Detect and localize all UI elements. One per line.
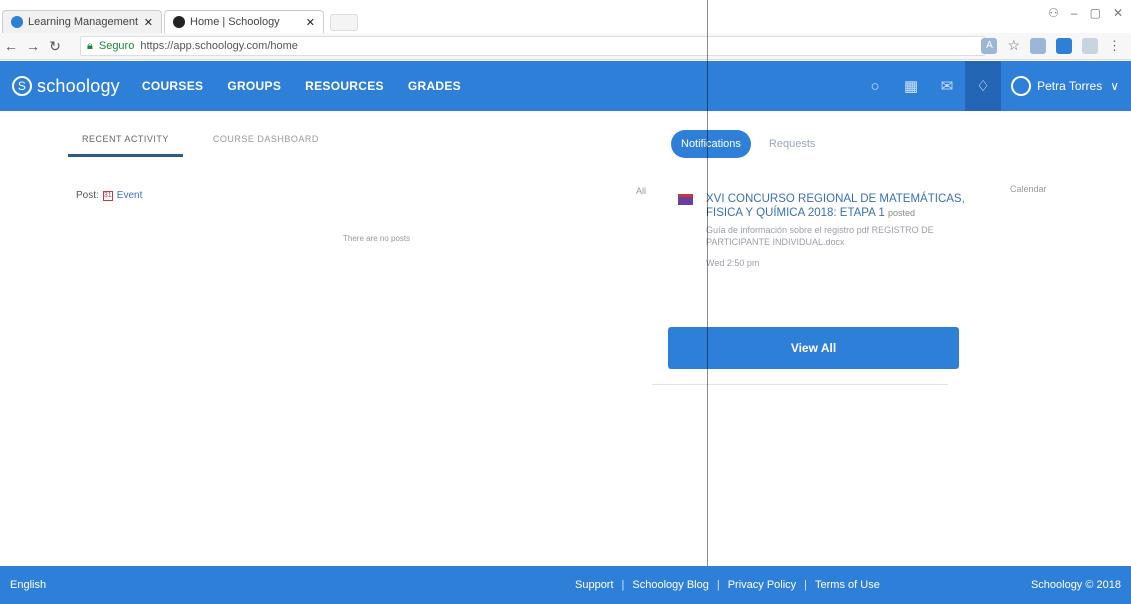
tab-requests[interactable]: Requests bbox=[769, 138, 815, 150]
footer-links: Support | Schoology Blog | Privacy Polic… bbox=[575, 579, 880, 591]
reload-icon[interactable]: ↻ bbox=[44, 38, 66, 55]
notification-body: Guía de información sobre el registro pd… bbox=[706, 225, 934, 247]
schoology-favicon-icon bbox=[11, 16, 23, 28]
minimize-icon[interactable]: – bbox=[1071, 6, 1078, 20]
messages-icon[interactable]: ✉ bbox=[929, 61, 965, 111]
footer-link-terms[interactable]: Terms of Use bbox=[815, 579, 880, 591]
url-input[interactable]: 🔒︎ Seguro https://app.schoology.com/home bbox=[80, 36, 985, 56]
nav-courses[interactable]: COURSES bbox=[142, 79, 203, 93]
empty-state-text: There are no posts bbox=[343, 234, 411, 243]
event-calendar-icon: 31 bbox=[102, 190, 113, 201]
back-arrow-icon[interactable]: ← bbox=[0, 38, 22, 54]
nav-groups[interactable]: GROUPS bbox=[227, 79, 281, 93]
extension-icon[interactable] bbox=[1056, 37, 1072, 54]
forward-arrow-icon[interactable]: → bbox=[22, 38, 44, 54]
bookmark-star-icon[interactable]: ☆ bbox=[1007, 37, 1020, 54]
footer-separator: | bbox=[621, 579, 625, 591]
tab-notifications[interactable]: Notifications bbox=[671, 130, 751, 158]
scan-divider-line bbox=[707, 0, 708, 604]
extension-icon[interactable] bbox=[1030, 37, 1046, 54]
address-bar-row: ← → ↻ 🔒︎ Seguro https://app.schoology.co… bbox=[0, 33, 1131, 60]
notification-time: Wed 2:50 pm bbox=[706, 258, 760, 268]
tab-course-dashboard[interactable]: COURSE DASHBOARD bbox=[213, 134, 319, 157]
activity-filter[interactable]: All bbox=[636, 186, 646, 196]
footer-link-privacy[interactable]: Privacy Policy bbox=[728, 579, 796, 591]
copyright-text: Schoology © 2018 bbox=[1030, 579, 1121, 591]
event-icon bbox=[678, 194, 693, 205]
footer-link-support[interactable]: Support bbox=[575, 579, 614, 591]
view-all-button[interactable]: View All bbox=[668, 327, 959, 369]
close-window-icon[interactable]: ✕ bbox=[1113, 6, 1123, 20]
schoology-logo[interactable]: S schoology bbox=[12, 76, 120, 97]
extension-icon[interactable] bbox=[1082, 37, 1098, 54]
panel-divider bbox=[652, 384, 948, 385]
chevron-down-icon: ∨ bbox=[1110, 79, 1119, 93]
maximize-icon[interactable]: ▢ bbox=[1090, 6, 1101, 20]
tab-recent-activity[interactable]: RECENT ACTIVITY bbox=[68, 134, 183, 157]
post-label: Post: bbox=[76, 190, 99, 201]
extension-toolbar: A ☆ ⋮ bbox=[981, 37, 1121, 54]
activity-tabs: RECENT ACTIVITY COURSE DASHBOARD bbox=[68, 134, 319, 157]
browser-tab-learning-management[interactable]: Learning Management ✕ bbox=[2, 10, 162, 33]
footer-separator: | bbox=[716, 579, 720, 591]
nav-grades[interactable]: GRADES bbox=[408, 79, 461, 93]
nav-icon-group: ○ ▦ ✉ ♢ Petra Torres ∨ bbox=[857, 61, 1131, 111]
calendar-icon[interactable]: ▦ bbox=[893, 61, 929, 111]
search-icon[interactable]: ○ bbox=[857, 61, 893, 111]
main-nav: COURSES GROUPS RESOURCES GRADES bbox=[142, 79, 461, 93]
avatar bbox=[1011, 76, 1032, 96]
translate-icon[interactable]: A bbox=[981, 37, 998, 54]
post-row: Post: 31 Event bbox=[76, 190, 142, 201]
browser-tab-title: Home | Schoology bbox=[190, 16, 280, 28]
user-profile-icon[interactable]: ⚇ bbox=[1048, 6, 1059, 20]
close-tab-icon[interactable]: ✕ bbox=[306, 16, 315, 29]
secure-label: Seguro bbox=[98, 40, 135, 52]
language-selector[interactable]: English bbox=[10, 579, 46, 591]
calendar-link[interactable]: Calendar bbox=[1010, 184, 1047, 194]
window-controls: ⚇ – ▢ ✕ bbox=[1048, 6, 1123, 20]
menu-dots-icon[interactable]: ⋮ bbox=[1108, 38, 1121, 54]
url-text: https://app.schoology.com/home bbox=[140, 40, 298, 52]
footer-separator: | bbox=[804, 579, 808, 591]
close-tab-icon[interactable]: ✕ bbox=[144, 16, 153, 29]
logo-badge: S bbox=[12, 76, 32, 96]
page-footer: English Support | Schoology Blog | Priva… bbox=[0, 566, 1131, 604]
notification-title[interactable]: XVI CONCURSO REGIONAL DE MATEMÁTICAS, FI… bbox=[706, 193, 965, 219]
nav-resources[interactable]: RESOURCES bbox=[305, 79, 384, 93]
secure-lock-icon: 🔒︎ bbox=[87, 39, 93, 52]
logo-text: schoology bbox=[37, 75, 120, 96]
user-menu[interactable]: Petra Torres ∨ bbox=[1001, 76, 1131, 96]
notifications-bell-icon[interactable]: ♢ bbox=[965, 61, 1002, 111]
notification-tabs: Notifications Requests bbox=[671, 130, 815, 158]
footer-link-blog[interactable]: Schoology Blog bbox=[632, 579, 708, 591]
schoology-favicon-icon bbox=[173, 16, 185, 28]
browser-tab-title: Learning Management bbox=[28, 16, 139, 28]
post-event-link[interactable]: Event bbox=[117, 190, 143, 201]
browser-tab-home[interactable]: Home | Schoology ✕ bbox=[164, 10, 324, 33]
schoology-top-nav: S schoology COURSES GROUPS RESOURCES GRA… bbox=[0, 61, 1131, 111]
notification-item[interactable]: XVI CONCURSO REGIONAL DE MATEMÁTICAS, FI… bbox=[678, 192, 978, 268]
notification-title-row: XVI CONCURSO REGIONAL DE MATEMÁTICAS, FI… bbox=[706, 192, 978, 220]
browser-tab-strip: Learning Management ✕ Home | Schoology ✕… bbox=[0, 0, 1131, 33]
new-tab-button[interactable] bbox=[330, 14, 358, 31]
user-name: Petra Torres bbox=[1037, 79, 1103, 93]
notification-posted-label: posted bbox=[887, 208, 915, 218]
